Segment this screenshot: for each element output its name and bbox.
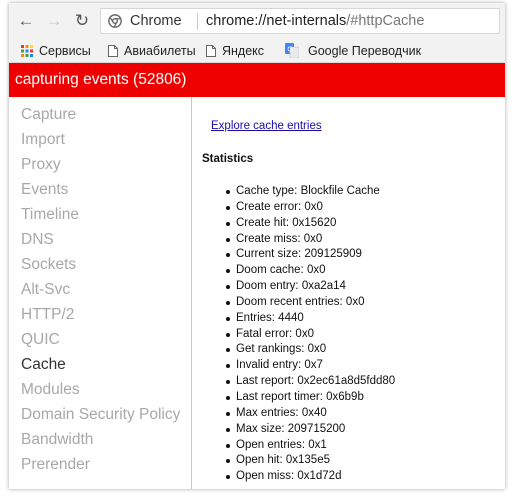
tab-events[interactable]: Events [21, 180, 68, 200]
tab-import[interactable]: Import [21, 130, 65, 150]
tab-domain-security-policy[interactable]: Domain Security Policy [21, 405, 180, 425]
list-item: Open hit: 0x135e5 [225, 453, 395, 469]
chrome-logo-icon [108, 14, 122, 28]
tab-http2[interactable]: HTTP/2 [21, 305, 74, 325]
tab-bandwidth[interactable]: Bandwidth [21, 430, 93, 450]
forward-arrow-icon[interactable]: → [43, 10, 65, 32]
bookmark-yandex[interactable]: Яндекс [222, 39, 264, 63]
site-chip-label: Chrome [130, 13, 182, 29]
list-item: Doom recent entries: 0x0 [225, 295, 395, 311]
browser-window: ← → ↻ Chrome chrome://net-internals/#htt… [9, 3, 505, 489]
list-item: Entries: 4440 [225, 311, 395, 327]
url-text[interactable]: chrome://net-internals/#httpCache [206, 9, 424, 33]
bookmark-google-translate[interactable]: Google Переводчик [308, 39, 421, 63]
statistics-list: Cache type: Blockfile Cache Create error… [225, 184, 395, 485]
list-item: Create miss: 0x0 [225, 232, 395, 248]
explore-cache-entries-link[interactable]: Explore cache entries [211, 120, 322, 132]
list-item: Last report timer: 0x6b9b [225, 390, 395, 406]
statistics-heading: Statistics [202, 153, 254, 165]
tab-capture[interactable]: Capture [21, 105, 76, 125]
list-item: Open miss: 0x1d72d [225, 469, 395, 485]
list-item: Create error: 0x0 [225, 200, 395, 216]
tab-alt-svc[interactable]: Alt-Svc [21, 280, 70, 300]
bookmark-aviabilety[interactable]: Авиабилеты [124, 39, 196, 63]
list-item: Create hit: 0x15620 [225, 216, 395, 232]
document-icon [206, 45, 216, 57]
list-item: Last report: 0x2ec61a8d5fdd80 [225, 374, 395, 390]
tab-proxy[interactable]: Proxy [21, 155, 61, 175]
bookmark-services[interactable]: Сервисы [39, 39, 91, 63]
capture-status-banner: capturing events (52806) [9, 63, 505, 97]
list-item: Fatal error: 0x0 [225, 327, 395, 343]
apps-grid-icon [21, 45, 33, 57]
url-path: /#httpCache [346, 13, 425, 29]
address-bar[interactable]: Chrome chrome://net-internals/#httpCache [100, 8, 500, 34]
bookmarks-bar: Сервисы Авиабилеты Яндекс G Google Перев… [9, 39, 505, 63]
svg-text:G: G [287, 46, 292, 54]
list-item: Max entries: 0x40 [225, 406, 395, 422]
tab-prerender[interactable]: Prerender [21, 455, 90, 475]
list-item: Open entries: 0x1 [225, 438, 395, 454]
tab-sidebar: Capture Import Proxy Events Timeline DNS… [9, 97, 192, 489]
reload-icon[interactable]: ↻ [71, 10, 93, 32]
document-icon [108, 45, 118, 57]
list-item: Doom cache: 0x0 [225, 263, 395, 279]
address-divider [197, 13, 198, 30]
google-translate-icon: G [285, 43, 299, 58]
browser-toolbar: ← → ↻ Chrome chrome://net-internals/#htt… [9, 3, 505, 39]
list-item: Cache type: Blockfile Cache [225, 184, 395, 200]
list-item: Get rankings: 0x0 [225, 342, 395, 358]
tab-cache[interactable]: Cache [21, 355, 66, 375]
list-item: Invalid entry: 0x7 [225, 358, 395, 374]
list-item: Doom entry: 0xa2a14 [225, 279, 395, 295]
tab-timeline[interactable]: Timeline [21, 205, 79, 225]
url-host: chrome://net-internals [206, 13, 347, 29]
cache-panel: Explore cache entries Statistics Cache t… [192, 97, 505, 489]
tab-quic[interactable]: QUIC [21, 330, 60, 350]
tab-sockets[interactable]: Sockets [21, 255, 76, 275]
list-item: Max size: 209715200 [225, 422, 395, 438]
tab-modules[interactable]: Modules [21, 380, 80, 400]
back-arrow-icon[interactable]: ← [15, 10, 37, 32]
tab-dns[interactable]: DNS [21, 230, 54, 250]
list-item: Current size: 209125909 [225, 247, 395, 263]
